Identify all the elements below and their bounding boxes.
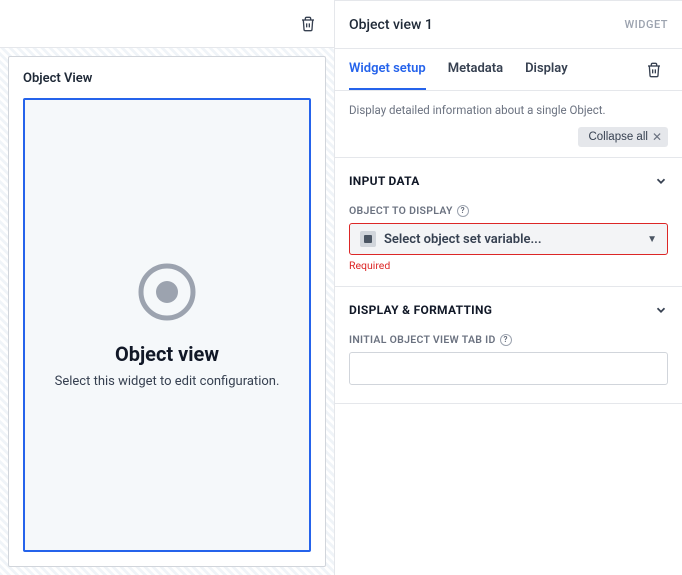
- trash-icon: [300, 16, 316, 32]
- delete-widget-button-right[interactable]: [640, 56, 668, 84]
- select-placeholder: Select object set variable...: [384, 232, 542, 247]
- target-icon: [137, 262, 197, 322]
- widget-description-row: Display detailed information about a sin…: [335, 91, 682, 158]
- chevron-down-icon: [654, 174, 668, 188]
- section-title: DISPLAY & FORMATTING: [349, 303, 492, 317]
- preview-subtitle: Select this widget to edit configuration…: [55, 374, 280, 389]
- collapse-all-button[interactable]: Collapse all ✕: [578, 127, 668, 147]
- widget-card: Object View Object view Select this widg…: [8, 56, 326, 567]
- object-to-display-select[interactable]: Select object set variable... ▼: [349, 223, 668, 255]
- section-display-formatting-header[interactable]: DISPLAY & FORMATTING: [335, 287, 682, 333]
- tab-widget-setup[interactable]: Widget setup: [349, 49, 426, 90]
- widget-description: Display detailed information about a sin…: [349, 103, 606, 117]
- widget-type-badge: WIDGET: [625, 18, 669, 31]
- properties-header: Object view 1 WIDGET: [335, 1, 682, 49]
- close-icon: ✕: [652, 130, 662, 144]
- chevron-down-icon: [654, 303, 668, 317]
- help-icon[interactable]: ?: [457, 205, 469, 217]
- tab-metadata[interactable]: Metadata: [448, 49, 503, 90]
- required-message: Required: [335, 259, 682, 286]
- initial-tab-id-input[interactable]: [349, 352, 668, 385]
- tab-display[interactable]: Display: [525, 49, 568, 90]
- trash-icon: [646, 62, 662, 78]
- help-icon[interactable]: ?: [500, 334, 512, 346]
- section-input-data-header[interactable]: INPUT DATA: [335, 158, 682, 204]
- widget-preview[interactable]: Object view Select this widget to edit c…: [23, 98, 311, 552]
- object-icon: [360, 231, 376, 247]
- section-title: INPUT DATA: [349, 174, 420, 188]
- preview-title: Object view: [115, 342, 219, 366]
- widget-card-title: Object View: [23, 71, 311, 86]
- field-label-object-to-display: OBJECT TO DISPLAY ?: [335, 204, 682, 223]
- tabs: Widget setup Metadata Display: [335, 49, 682, 91]
- left-toolbar: [0, 0, 334, 48]
- field-label-initial-tab-id: INITIAL OBJECT VIEW TAB ID ?: [335, 333, 682, 352]
- delete-widget-button-left[interactable]: [294, 10, 322, 38]
- caret-down-icon: ▼: [647, 234, 657, 245]
- widget-name: Object view 1: [349, 17, 433, 33]
